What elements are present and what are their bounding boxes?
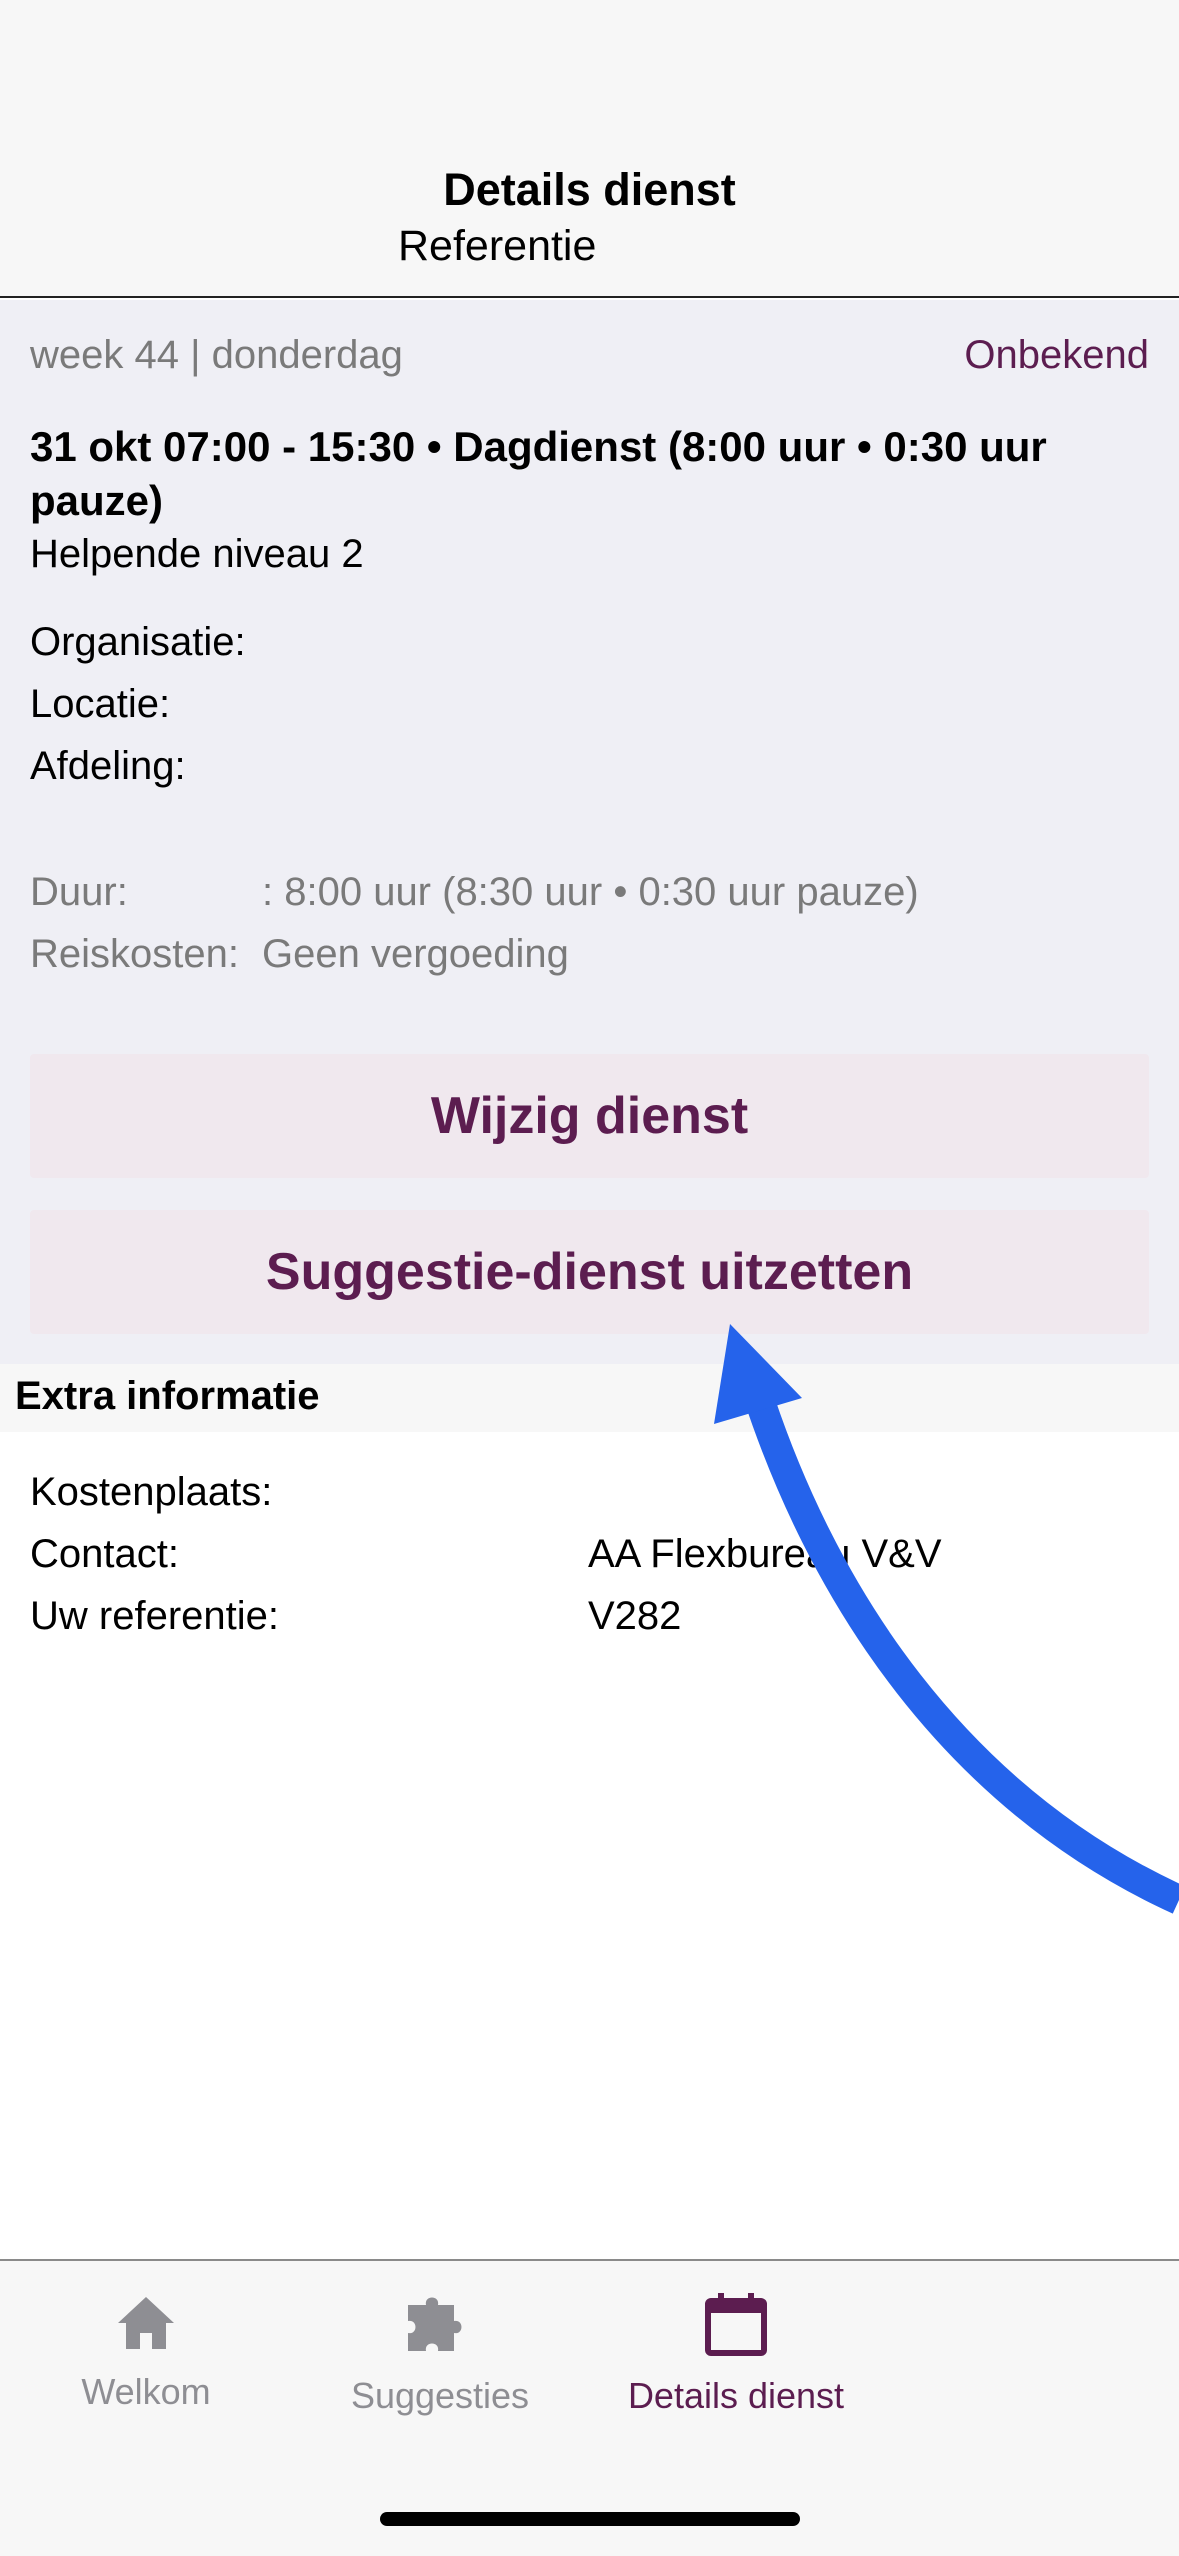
suggestion-shift-off-button[interactable]: Suggestie-dienst uitzetten bbox=[30, 1210, 1149, 1334]
organisation-label: Organisatie: bbox=[30, 620, 246, 664]
edit-shift-button[interactable]: Wijzig dienst bbox=[30, 1054, 1149, 1178]
location-label: Locatie: bbox=[30, 682, 171, 726]
calendar-icon bbox=[705, 2293, 767, 2356]
home-indicator bbox=[380, 2512, 800, 2526]
tab-welkom[interactable]: Welkom bbox=[0, 2291, 296, 2413]
your-reference-label: Uw referentie: bbox=[30, 1594, 279, 1638]
status-badge: Onbekend bbox=[964, 333, 1149, 377]
shift-details-card: week 44 | donderdag Onbekend 31 okt 07:0… bbox=[0, 300, 1179, 1364]
extra-info-heading: Extra informatie bbox=[15, 1374, 320, 1418]
your-reference-value: V282 bbox=[588, 1594, 682, 1638]
tab-suggesties[interactable]: Suggesties bbox=[290, 2291, 590, 2417]
contact-value: AA Flexbureau V&V bbox=[588, 1532, 942, 1576]
home-icon bbox=[118, 2297, 174, 2349]
page-title: Details dienst bbox=[443, 164, 736, 215]
travel-costs-label: Reiskosten: bbox=[30, 932, 239, 976]
shift-role: Helpende niveau 2 bbox=[30, 532, 364, 576]
week-day-label: week 44 | donderdag bbox=[30, 333, 403, 377]
puzzle-icon bbox=[408, 2297, 462, 2351]
department-label: Afdeling: bbox=[30, 744, 186, 788]
navigation-header: Details dienst Referentie bbox=[0, 0, 1179, 298]
contact-label: Contact: bbox=[30, 1532, 179, 1576]
tab-welkom-label: Welkom bbox=[81, 2371, 211, 2412]
extra-info-header: Extra informatie bbox=[0, 1364, 1179, 1432]
tab-details-dienst[interactable]: Details dienst bbox=[586, 2291, 886, 2417]
tab-details-dienst-label: Details dienst bbox=[627, 2375, 845, 2416]
travel-costs-value: Geen vergoeding bbox=[262, 932, 569, 976]
page-subtitle: Referentie bbox=[398, 222, 597, 270]
duration-value: : 8:00 uur (8:30 uur • 0:30 uur pauze) bbox=[262, 870, 919, 914]
duration-label: Duur: bbox=[30, 870, 128, 914]
tab-suggesties-label: Suggesties bbox=[350, 2375, 530, 2416]
shift-title: 31 okt 07:00 - 15:30 • Dagdienst (8:00 u… bbox=[30, 423, 1047, 524]
cost-center-label: Kostenplaats: bbox=[30, 1470, 273, 1514]
